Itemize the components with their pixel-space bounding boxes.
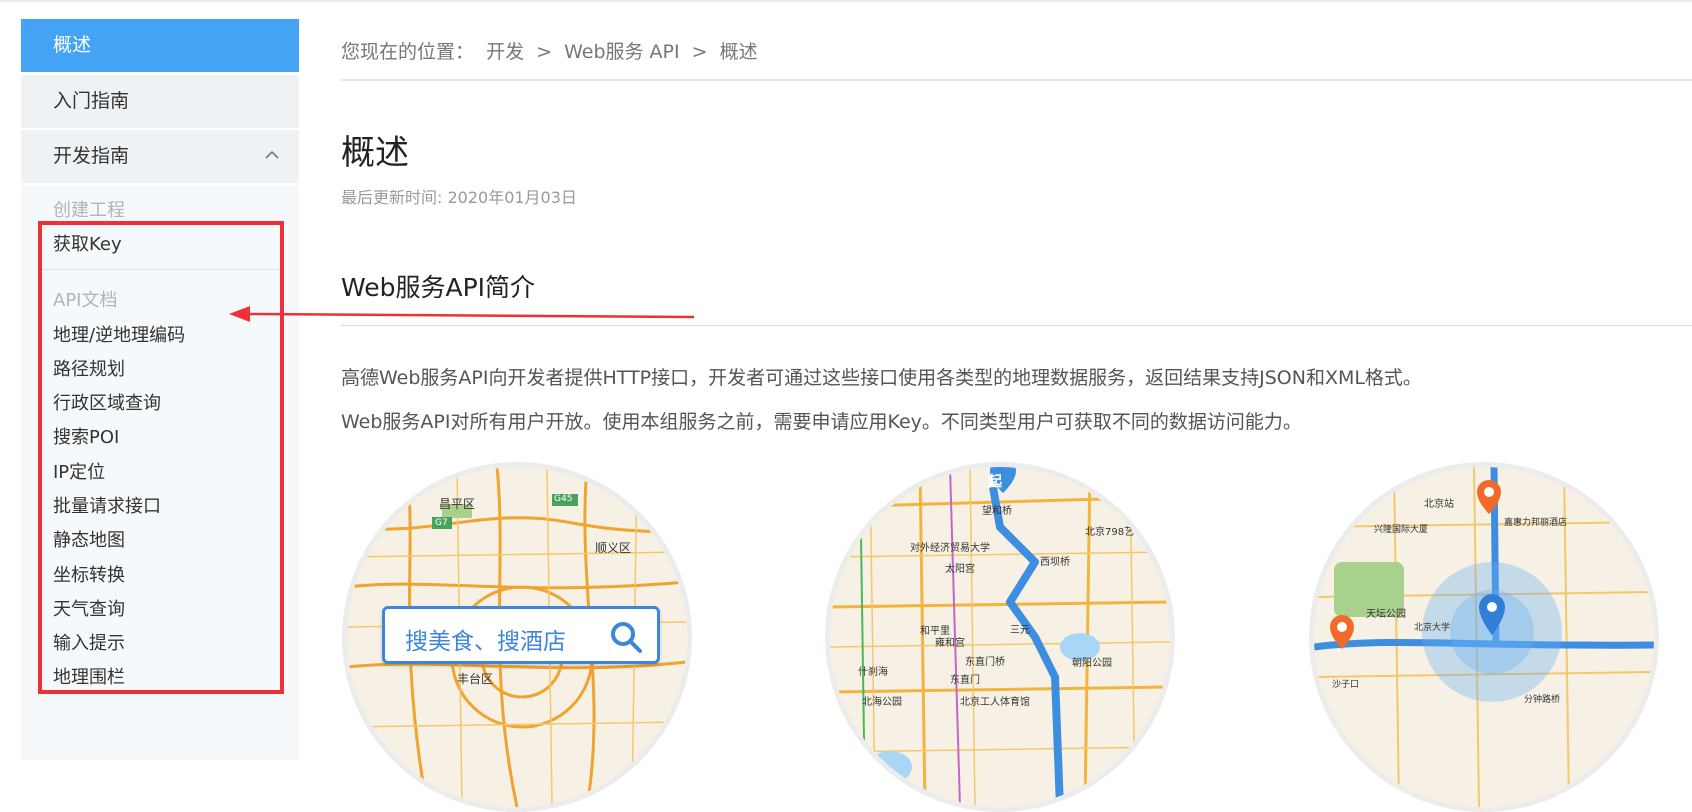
map-label: 天坛公园 [1366, 609, 1406, 620]
breadcrumb-separator: > [536, 41, 553, 63]
map-label: 什刹海 [858, 667, 888, 678]
sidebar-subitem-static-map[interactable]: 静态地图 [53, 529, 125, 553]
map-label: 兴隆国际大厦 [1374, 525, 1429, 535]
divider [341, 79, 1692, 81]
last-updated: 最后更新时间: 2020年01月03日 [341, 188, 577, 207]
sidebar-item-label: 入门指南 [53, 90, 130, 112]
sidebar-nav: 概述 入门指南 开发指南 创建工程 获取Key API文档 地理/逆地理编码 路… [21, 19, 299, 760]
map-search-box: 搜美食、搜酒店 [382, 606, 660, 664]
sidebar-item-dev-guide[interactable]: 开发指南 [21, 130, 299, 183]
map-label: G45 [554, 494, 573, 504]
sidebar-subitem-search-poi[interactable]: 搜索POI [53, 426, 119, 450]
submenu-divider [42, 269, 285, 270]
map-label: 昌平区 [439, 497, 476, 511]
intro-paragraph-2: Web服务API对所有用户开放。使用本组服务之前，需要申请应用Key。不同类型用… [341, 411, 1302, 433]
map-label: 雍和宫 [935, 638, 965, 649]
map-label: G7 [435, 518, 448, 528]
map-illustration-route: 起 望和桥 北京798艺 对外经济贸易大学 太阳宫 西坝桥 和平里 三元 雍和宫… [825, 462, 1175, 812]
sidebar-item-label: 开发指南 [53, 145, 130, 167]
map-label: 北京站 [1424, 499, 1454, 510]
map-label: 顺义区 [595, 541, 632, 555]
breadcrumb-separator: > [691, 41, 708, 63]
map-label: 沙子口 [1332, 680, 1360, 690]
search-icon [609, 620, 643, 658]
divider [341, 325, 1692, 326]
map-label: 东直门 [950, 675, 980, 686]
map-label: 朝阳公园 [1072, 658, 1112, 669]
sidebar-subitem-batch-request[interactable]: 批量请求接口 [53, 495, 161, 519]
map-label: 三元 [1010, 625, 1030, 636]
breadcrumb-prefix: 您现在的位置： [341, 41, 475, 63]
chevron-up-icon [265, 130, 279, 183]
sidebar-subitem-geofence[interactable]: 地理围栏 [53, 666, 125, 686]
map-label: 太阳宫 [945, 564, 975, 575]
breadcrumb-link-web-api[interactable]: Web服务 API [564, 41, 680, 63]
map-label: 分钟路桥 [1524, 695, 1561, 705]
sidebar-item-getting-started[interactable]: 入门指南 [21, 75, 299, 128]
section-title: Web服务API简介 [341, 273, 536, 302]
sidebar-item-overview[interactable]: 概述 [21, 19, 299, 72]
map-label: 北京工人体育馆 [960, 697, 1030, 708]
map-label: 北京798艺 [1085, 527, 1135, 538]
breadcrumb-link-dev[interactable]: 开发 [486, 41, 524, 63]
route-start-marker: 起 [988, 474, 1002, 490]
map-illustration-location: 北京站 兴隆国际大厦 嘉惠力邦丽酒店 天坛公园 北京大学 分钟路桥 沙子口 [1309, 462, 1659, 812]
breadcrumb-current: 概述 [719, 41, 758, 63]
breadcrumb: 您现在的位置： 开发 > Web服务 API > 概述 [341, 37, 764, 64]
sidebar-subitem-get-key[interactable]: 获取Key [53, 233, 122, 257]
top-border [0, 0, 1692, 2]
sidebar-subitem-geocoding[interactable]: 地理/逆地理编码 [53, 324, 185, 348]
map-label: 对外经济贸易大学 [910, 543, 990, 554]
map-label: 望和桥 [982, 506, 1012, 517]
sidebar-subitem-coord-convert[interactable]: 坐标转换 [53, 564, 125, 588]
sidebar-subitem-weather[interactable]: 天气查询 [53, 598, 125, 622]
page-title: 概述 [341, 133, 409, 173]
map-label: 东直门桥 [965, 657, 1005, 668]
map-label: 嘉惠力邦丽酒店 [1504, 518, 1568, 528]
sidebar-item-label: 概述 [53, 34, 92, 56]
intro-paragraph-1: 高德Web服务API向开发者提供HTTP接口，开发者可通过这些接口使用各类型的地… [341, 367, 1422, 389]
map-label: 西坝桥 [1040, 557, 1070, 568]
map-search-text: 搜美食、搜酒店 [405, 629, 566, 655]
sidebar-category-api-docs: API文档 [53, 290, 118, 311]
sidebar-subitem-ip-location[interactable]: IP定位 [53, 461, 105, 485]
map-label: 北海公园 [862, 697, 902, 708]
sidebar-subitem-input-tips[interactable]: 输入提示 [53, 632, 125, 656]
map-label: 北京大学 [1414, 623, 1451, 633]
map-label: 丰台区 [457, 672, 494, 686]
dev-guide-submenu: 创建工程 获取Key API文档 地理/逆地理编码 路径规划 行政区域查询 搜索… [21, 185, 299, 760]
sidebar-subitem-create-project[interactable]: 创建工程 [53, 199, 125, 223]
sidebar-subitem-route-planning[interactable]: 路径规划 [53, 358, 125, 382]
sidebar-subitem-district-search[interactable]: 行政区域查询 [53, 392, 161, 416]
